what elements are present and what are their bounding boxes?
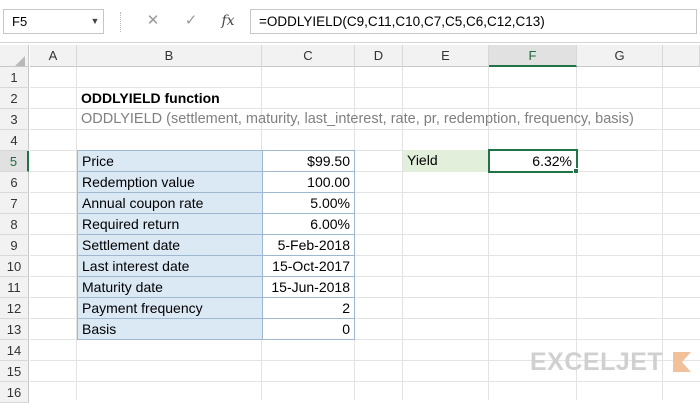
insert-function-icon[interactable]: fx — [217, 10, 239, 32]
row-header-11[interactable]: 11 — [0, 277, 29, 298]
input-label[interactable]: Maturity date — [77, 276, 263, 298]
chevron-down-icon[interactable]: ▼ — [88, 9, 102, 34]
function-syntax[interactable]: ODDLYIELD (settlement, maturity, last_in… — [77, 109, 638, 130]
sheet-title[interactable]: ODDLYIELD function — [77, 88, 224, 109]
column-header-c[interactable]: C — [262, 45, 355, 67]
row-header-12[interactable]: 12 — [0, 298, 29, 319]
yield-label[interactable]: Yield — [403, 150, 489, 172]
row-header-10[interactable]: 10 — [0, 256, 29, 277]
input-label[interactable]: Settlement date — [77, 234, 263, 256]
input-label[interactable]: Required return — [77, 213, 263, 235]
column-header-h[interactable] — [663, 45, 700, 67]
row-header-3[interactable]: 3 — [0, 109, 29, 130]
logo-mark-icon — [672, 352, 691, 372]
input-label[interactable]: Payment frequency — [77, 297, 263, 319]
column-header-a[interactable]: A — [30, 45, 77, 67]
input-label[interactable]: Annual coupon rate — [77, 192, 263, 214]
row-header-15[interactable]: 15 — [0, 361, 29, 382]
column-header-e[interactable]: E — [403, 45, 489, 67]
row-header-1[interactable]: 1 — [0, 67, 29, 88]
row-header-14[interactable]: 14 — [0, 340, 29, 361]
column-header-b[interactable]: B — [77, 45, 262, 67]
input-label[interactable]: Price — [77, 150, 263, 172]
input-value[interactable]: 6.00% — [262, 213, 355, 235]
formula-input[interactable]: =ODDLYIELD(C9,C11,C10,C7,C5,C6,C12,C13) — [250, 9, 697, 34]
input-label[interactable]: Redemption value — [77, 171, 263, 193]
row-header-5[interactable]: 5 — [0, 151, 29, 172]
gridline — [30, 381, 700, 382]
input-label[interactable]: Last interest date — [77, 255, 263, 277]
input-value[interactable]: 5-Feb-2018 — [262, 234, 355, 256]
formula-bar-separator — [120, 12, 121, 32]
exceljet-logo: EXCELJET — [530, 346, 691, 378]
input-value[interactable]: 15-Oct-2017 — [262, 255, 355, 277]
yield-result-cell[interactable]: 6.32% — [488, 149, 578, 173]
row-header-6[interactable]: 6 — [0, 172, 29, 193]
row-header-8[interactable]: 8 — [0, 214, 29, 235]
logo-text: EXCELJET — [530, 348, 664, 376]
select-all-icon — [15, 56, 25, 66]
input-value[interactable]: 100.00 — [262, 171, 355, 193]
column-header-d[interactable]: D — [355, 45, 403, 67]
row-header-9[interactable]: 9 — [0, 235, 29, 256]
row-header-13[interactable]: 13 — [0, 319, 29, 340]
input-value[interactable]: 15-Jun-2018 — [262, 276, 355, 298]
row-header-4[interactable]: 4 — [0, 130, 29, 151]
column-header-g[interactable]: G — [577, 45, 663, 67]
column-header-f[interactable]: F — [489, 45, 577, 67]
row-header-7[interactable]: 7 — [0, 193, 29, 214]
cancel-icon[interactable]: ✕ — [142, 10, 164, 32]
input-value[interactable]: $99.50 — [262, 150, 355, 172]
row-header-2[interactable]: 2 — [0, 88, 29, 109]
input-value[interactable]: 2 — [262, 297, 355, 319]
input-label[interactable]: Basis — [77, 318, 263, 340]
enter-icon[interactable]: ✓ — [180, 10, 202, 32]
input-value[interactable]: 5.00% — [262, 192, 355, 214]
fill-handle[interactable] — [573, 168, 579, 174]
input-value[interactable]: 0 — [262, 318, 355, 340]
